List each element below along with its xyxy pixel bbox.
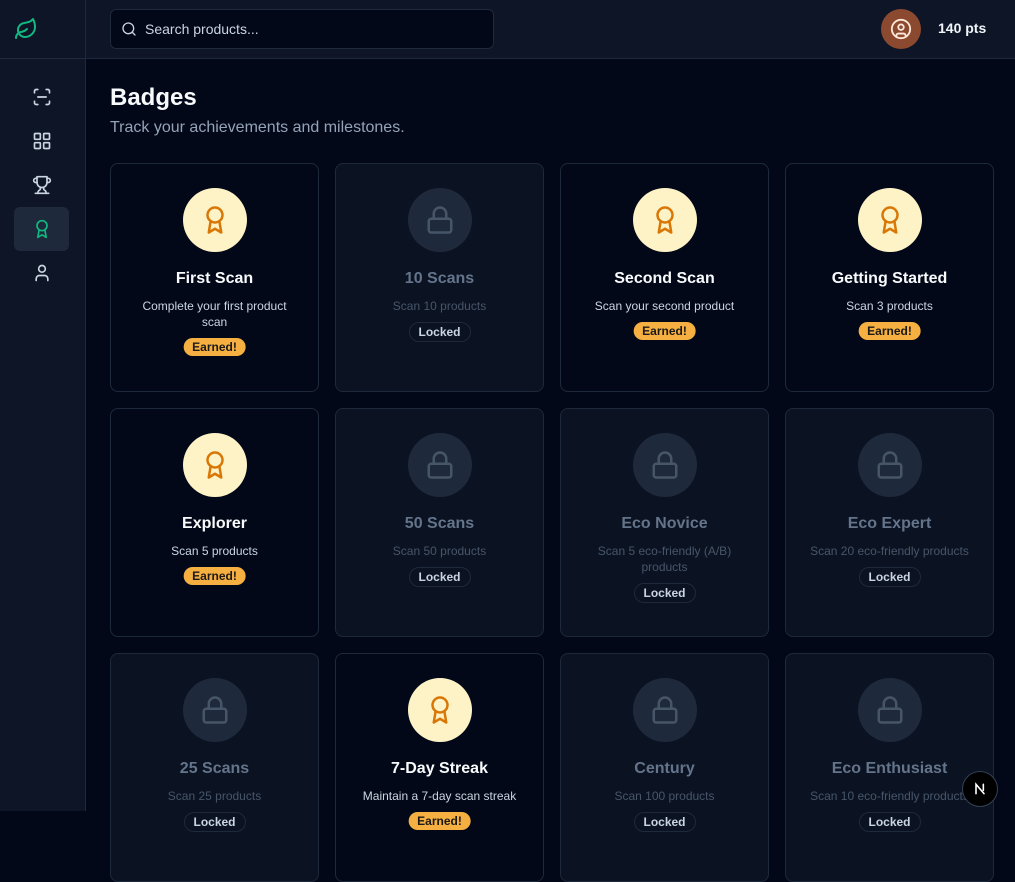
locked-badge: Locked bbox=[408, 322, 470, 342]
locked-badge: Locked bbox=[858, 812, 920, 832]
page-title: Badges bbox=[110, 84, 197, 112]
logo[interactable] bbox=[0, 0, 85, 59]
badge-description: Scan 5 products bbox=[131, 543, 298, 559]
trophy-icon bbox=[32, 175, 52, 195]
badge-title: 50 Scans bbox=[336, 515, 543, 533]
user-circle-icon bbox=[890, 18, 912, 40]
locked-badge: Locked bbox=[858, 567, 920, 587]
main-content: Badges Track your achievements and miles… bbox=[110, 59, 1015, 811]
badge-locked-circle bbox=[408, 433, 472, 497]
lock-icon bbox=[425, 205, 455, 235]
search-input[interactable] bbox=[145, 21, 465, 37]
points-display: 140 pts bbox=[938, 20, 986, 36]
badge-card: 50 Scans Scan 50 products Locked bbox=[335, 408, 544, 637]
avatar[interactable] bbox=[881, 9, 921, 49]
badge-description: Complete your first product scan bbox=[131, 298, 298, 330]
badge-title: First Scan bbox=[111, 270, 318, 288]
award-icon bbox=[425, 695, 455, 725]
earned-badge: Earned! bbox=[408, 812, 471, 830]
next-devtools-button[interactable] bbox=[962, 771, 998, 807]
badge-description: Scan 100 products bbox=[581, 788, 748, 804]
badge-earned-circle bbox=[858, 188, 922, 252]
badge-earned-circle bbox=[183, 188, 247, 252]
badge-title: Eco Expert bbox=[786, 515, 993, 533]
badge-description: Scan 50 products bbox=[356, 543, 523, 559]
award-icon bbox=[200, 205, 230, 235]
sidebar bbox=[0, 0, 86, 811]
earned-badge: Earned! bbox=[633, 322, 696, 340]
badge-description: Scan your second product bbox=[581, 298, 748, 314]
badge-description: Maintain a 7-day scan streak bbox=[356, 788, 523, 804]
search-icon bbox=[121, 21, 137, 37]
badge-card: Second Scan Scan your second product Earne… bbox=[560, 163, 769, 392]
badge-description: Scan 5 eco-friendly (A/B) products bbox=[581, 543, 748, 575]
badge-title: 7-Day Streak bbox=[336, 760, 543, 778]
lock-icon bbox=[875, 695, 905, 725]
badge-card: Eco Enthusiast Scan 10 eco-friendly produ… bbox=[785, 653, 994, 882]
badge-title: 10 Scans bbox=[336, 270, 543, 288]
scan-icon bbox=[32, 87, 52, 107]
dashboard-icon bbox=[32, 131, 52, 151]
sidebar-item-profile[interactable] bbox=[14, 251, 69, 295]
badge-title: Second Scan bbox=[561, 270, 768, 288]
locked-badge: Locked bbox=[408, 567, 470, 587]
badge-locked-circle bbox=[633, 678, 697, 742]
lock-icon bbox=[200, 695, 230, 725]
badge-card: 10 Scans Scan 10 products Locked bbox=[335, 163, 544, 392]
badge-locked-circle bbox=[183, 678, 247, 742]
award-icon bbox=[875, 205, 905, 235]
sidebar-item-scan[interactable] bbox=[14, 75, 69, 119]
badge-card: Century Scan 100 products Locked bbox=[560, 653, 769, 882]
lock-icon bbox=[875, 450, 905, 480]
badge-locked-circle bbox=[858, 678, 922, 742]
award-icon bbox=[32, 219, 52, 239]
sidebar-item-dashboard[interactable] bbox=[14, 119, 69, 163]
badge-card: 7-Day Streak Maintain a 7-day scan streak… bbox=[335, 653, 544, 882]
sidebar-item-badges[interactable] bbox=[14, 207, 69, 251]
badge-description: Scan 10 products bbox=[356, 298, 523, 314]
badge-title: Century bbox=[561, 760, 768, 778]
locked-badge: Locked bbox=[183, 812, 245, 832]
badge-card: First Scan Complete your first product sc… bbox=[110, 163, 319, 392]
badge-card: 25 Scans Scan 25 products Locked bbox=[110, 653, 319, 882]
badge-locked-circle bbox=[408, 188, 472, 252]
locked-badge: Locked bbox=[633, 812, 695, 832]
lock-icon bbox=[650, 450, 680, 480]
lock-icon bbox=[425, 450, 455, 480]
badge-description: Scan 25 products bbox=[131, 788, 298, 804]
topbar: 140 pts bbox=[86, 0, 1015, 59]
locked-badge: Locked bbox=[633, 583, 695, 603]
earned-badge: Earned! bbox=[858, 322, 921, 340]
badge-locked-circle bbox=[858, 433, 922, 497]
badge-title: 25 Scans bbox=[111, 760, 318, 778]
badge-description: Scan 10 eco-friendly products bbox=[806, 788, 973, 804]
award-icon bbox=[650, 205, 680, 235]
badge-card: Explorer Scan 5 products Earned! bbox=[110, 408, 319, 637]
sidebar-nav bbox=[0, 59, 85, 295]
badge-card: Eco Novice Scan 5 eco-friendly (A/B) prod… bbox=[560, 408, 769, 637]
nextjs-icon bbox=[972, 781, 988, 797]
award-icon bbox=[200, 450, 230, 480]
earned-badge: Earned! bbox=[183, 338, 246, 356]
sidebar-item-leaderboard[interactable] bbox=[14, 163, 69, 207]
user-icon bbox=[32, 263, 52, 283]
badge-title: Eco Enthusiast bbox=[786, 760, 993, 778]
badge-description: Scan 3 products bbox=[806, 298, 973, 314]
badge-earned-circle bbox=[183, 433, 247, 497]
search-box[interactable] bbox=[110, 9, 494, 49]
earned-badge: Earned! bbox=[183, 567, 246, 585]
badge-earned-circle bbox=[408, 678, 472, 742]
badge-description: Scan 20 eco-friendly products bbox=[806, 543, 973, 559]
page-subtitle: Track your achievements and milestones. bbox=[110, 119, 405, 137]
badge-card: Getting Started Scan 3 products Earned! bbox=[785, 163, 994, 392]
leaf-icon bbox=[14, 17, 38, 41]
badge-earned-circle bbox=[633, 188, 697, 252]
badge-card: Eco Expert Scan 20 eco-friendly products L… bbox=[785, 408, 994, 637]
badge-locked-circle bbox=[633, 433, 697, 497]
badge-title: Getting Started bbox=[786, 270, 993, 288]
badge-title: Eco Novice bbox=[561, 515, 768, 533]
lock-icon bbox=[650, 695, 680, 725]
badge-title: Explorer bbox=[111, 515, 318, 533]
